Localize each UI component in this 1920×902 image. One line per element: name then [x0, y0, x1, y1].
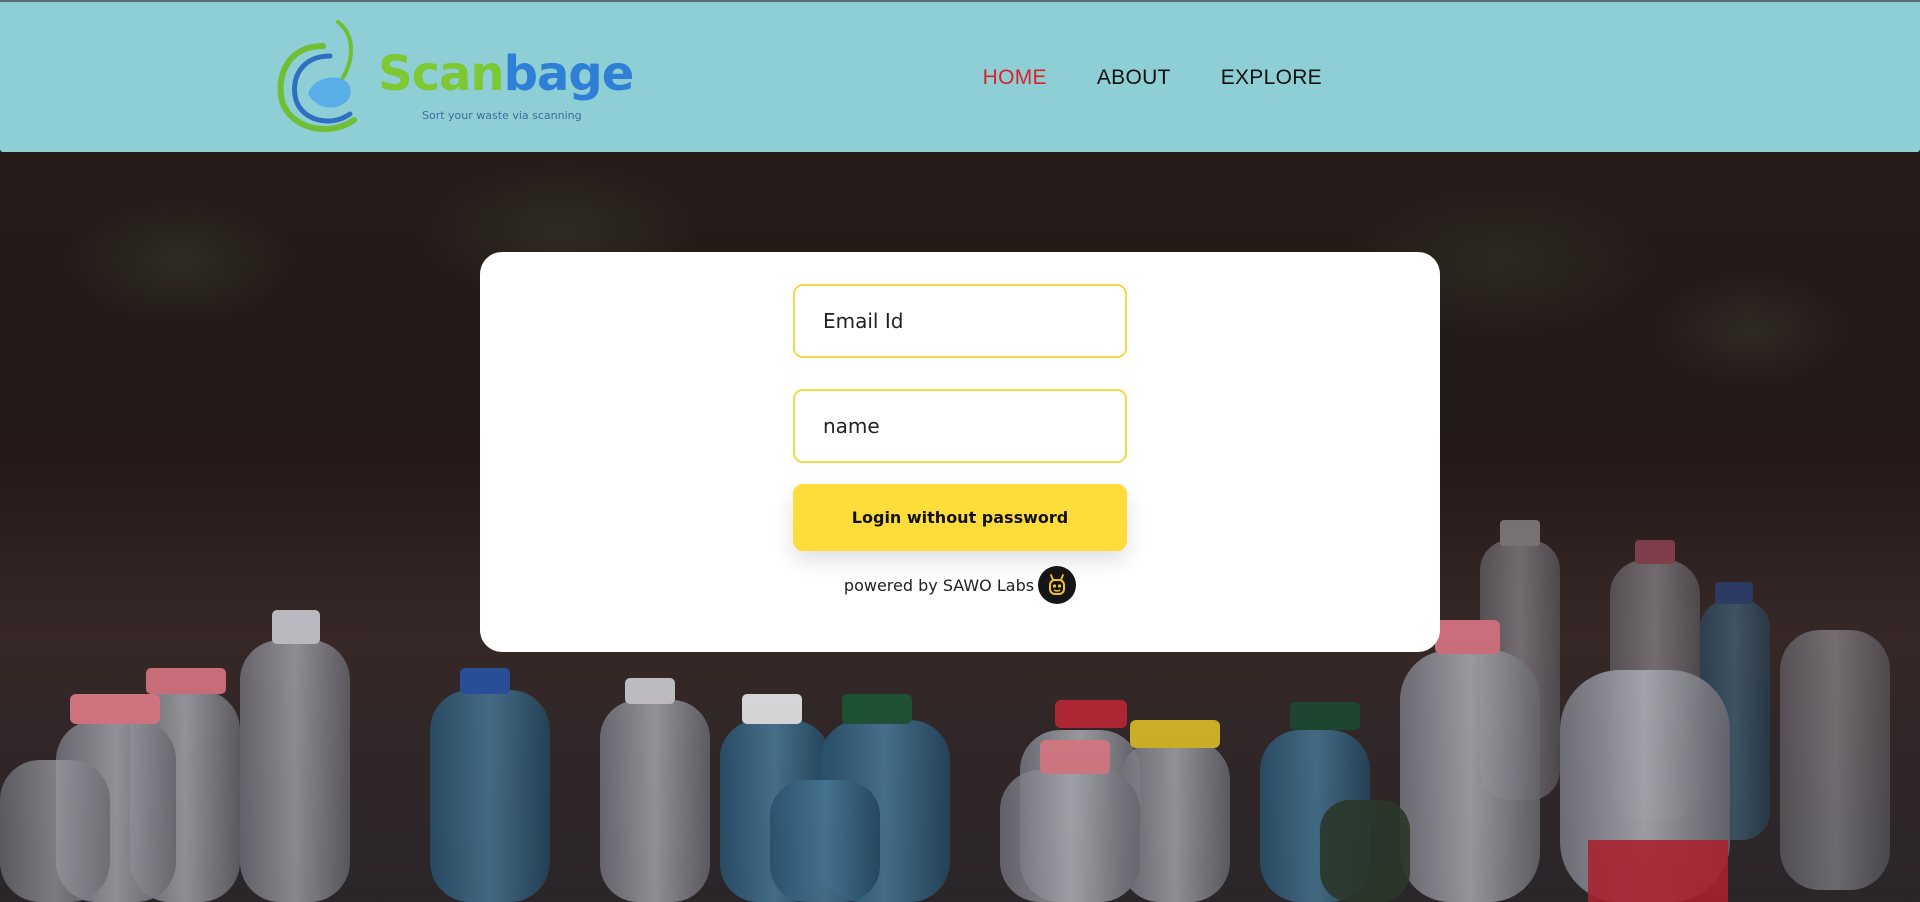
email-field[interactable] — [793, 284, 1127, 358]
powered-by[interactable]: powered by SAWO Labs — [480, 566, 1440, 604]
main-nav: HOME ABOUT EXPLORE — [983, 66, 1322, 90]
broom-swirl-icon — [277, 20, 357, 132]
name-field[interactable] — [793, 389, 1127, 463]
site-header: Scanbage Sort your waste via scanning HO… — [0, 0, 1920, 152]
login-without-password-button[interactable]: Login without password — [793, 484, 1127, 551]
nav-explore[interactable]: EXPLORE — [1221, 66, 1322, 90]
logo-tagline: Sort your waste via scanning — [422, 109, 582, 122]
logo-word-bage: bage — [503, 46, 635, 102]
bee-face-icon — [1038, 566, 1077, 604]
powered-by-label: powered by SAWO Labs — [843, 575, 1035, 595]
logo-word-scan: Scan — [378, 46, 505, 102]
login-card: Login without password powered by SAWO L… — [480, 252, 1440, 652]
scanbage-logo[interactable]: Scanbage Sort your waste via scanning — [268, 16, 634, 140]
nav-about[interactable]: ABOUT — [1097, 66, 1171, 90]
nav-home[interactable]: HOME — [983, 66, 1047, 90]
